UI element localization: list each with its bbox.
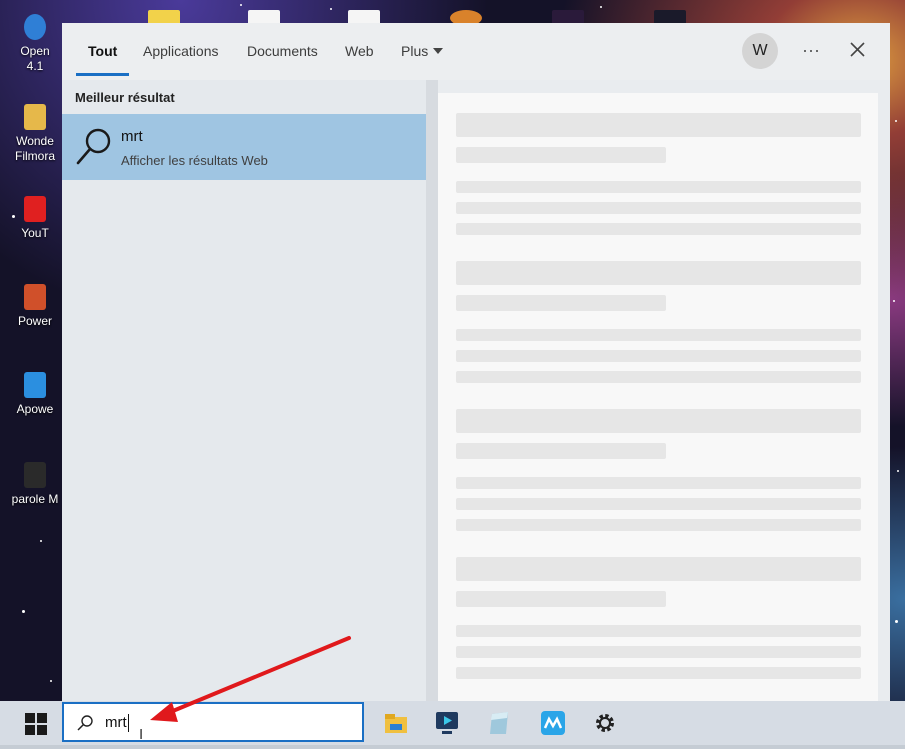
tab-all[interactable]: Tout bbox=[88, 43, 117, 59]
result-title: mrt bbox=[121, 128, 143, 145]
results-pane: Meilleur résultat mrt Afficher les résul… bbox=[62, 80, 426, 701]
skeleton-line bbox=[456, 667, 861, 679]
search-icon bbox=[76, 128, 111, 165]
desktop-icon-label: Apowe bbox=[16, 402, 54, 416]
desktop-icon-label: YouT bbox=[21, 226, 49, 240]
desktop-icon-label-2: 4.1 bbox=[26, 59, 44, 73]
desktop-icon-label-2: Filmora bbox=[14, 149, 55, 163]
tab-web[interactable]: Web bbox=[345, 43, 374, 59]
windows-logo-icon bbox=[37, 725, 47, 735]
shortcut-icon bbox=[24, 462, 46, 488]
tab-applications[interactable]: Applications bbox=[143, 43, 219, 59]
movavi-button[interactable] bbox=[540, 710, 566, 736]
settings-gear-icon bbox=[596, 714, 614, 732]
movavi-icon bbox=[541, 711, 565, 735]
pane-divider bbox=[426, 80, 438, 701]
tab-more-label: Plus bbox=[401, 43, 429, 59]
windows-logo-icon bbox=[25, 713, 35, 723]
skeleton-line bbox=[456, 181, 861, 193]
skeleton-line bbox=[456, 223, 861, 235]
skeleton-line bbox=[456, 646, 861, 658]
skeleton-line bbox=[456, 498, 861, 510]
apowersoft-icon bbox=[24, 372, 46, 398]
settings-button[interactable] bbox=[592, 710, 618, 736]
powerpoint-icon bbox=[24, 284, 46, 310]
screen-recorder-icon bbox=[436, 712, 458, 734]
skeleton-line bbox=[456, 329, 861, 341]
desktop-icon-open[interactable]: Open 4.1 bbox=[10, 14, 60, 74]
skeleton-line bbox=[456, 625, 861, 637]
desktop-icon-youtube[interactable]: YouT bbox=[10, 196, 60, 241]
tab-documents[interactable]: Documents bbox=[247, 43, 318, 59]
desktop-icon-label: Open bbox=[20, 44, 50, 58]
search-input-value: mrt bbox=[105, 714, 129, 732]
more-options-button[interactable]: ··· bbox=[798, 35, 824, 65]
skeleton-line bbox=[456, 147, 666, 163]
chevron-down-icon bbox=[433, 48, 444, 54]
skeleton-line bbox=[456, 519, 861, 531]
notes-app-icon bbox=[490, 712, 508, 734]
search-panel: Tout Applications Documents Web Plus W ·… bbox=[62, 23, 890, 701]
skeleton-line bbox=[456, 409, 861, 433]
desktop-icon-wondershare[interactable]: Wonde Filmora bbox=[10, 104, 60, 164]
start-button[interactable] bbox=[25, 713, 47, 735]
preview-pane-loading bbox=[438, 93, 878, 701]
skeleton-line bbox=[456, 477, 861, 489]
text-cursor-icon: I bbox=[139, 726, 144, 743]
best-result-item[interactable]: mrt Afficher les résultats Web bbox=[62, 114, 426, 180]
search-tabs: Tout Applications Documents Web Plus W ·… bbox=[62, 23, 890, 80]
skeleton-line bbox=[456, 557, 861, 581]
search-icon bbox=[77, 715, 93, 731]
taskbar-edge bbox=[0, 745, 905, 749]
desktop-icon-label: Power bbox=[17, 314, 52, 328]
result-subtitle: Afficher les résultats Web bbox=[121, 153, 268, 168]
skeleton-line bbox=[456, 113, 861, 137]
skeleton-line bbox=[456, 295, 666, 311]
desktop-icon-parole[interactable]: parole M bbox=[10, 462, 60, 507]
tab-more[interactable]: Plus bbox=[401, 43, 444, 59]
file-explorer-icon bbox=[385, 714, 407, 733]
skeleton-line bbox=[456, 261, 861, 285]
close-icon bbox=[850, 42, 865, 57]
skeleton-line bbox=[456, 591, 666, 607]
skeleton-line bbox=[456, 350, 861, 362]
skeleton-line bbox=[456, 443, 666, 459]
desktop-icon-label: Wonde bbox=[16, 134, 54, 148]
skeleton-line bbox=[456, 371, 861, 383]
close-button[interactable] bbox=[845, 35, 871, 65]
best-result-heading: Meilleur résultat bbox=[75, 90, 175, 105]
skeleton-line bbox=[456, 202, 861, 214]
windows-logo-icon bbox=[37, 713, 47, 723]
taskbar: mrt I bbox=[0, 701, 905, 749]
taskbar-search-input[interactable]: mrt I bbox=[62, 702, 364, 743]
youtube-icon bbox=[24, 196, 46, 222]
file-explorer-button[interactable] bbox=[383, 710, 409, 736]
folder-icon bbox=[24, 104, 46, 130]
avatar[interactable]: W bbox=[742, 33, 778, 69]
desktop-icon-label: parole M bbox=[11, 492, 59, 506]
desktop-icon-apowersoft[interactable]: Apowe bbox=[10, 372, 60, 417]
active-tab-indicator bbox=[76, 73, 129, 76]
notes-app-button[interactable] bbox=[486, 710, 512, 736]
desktop-icon-powerpoint[interactable]: Power bbox=[10, 284, 60, 329]
app-icon bbox=[24, 14, 46, 40]
windows-logo-icon bbox=[25, 725, 35, 735]
screen-recorder-button[interactable] bbox=[434, 710, 460, 736]
